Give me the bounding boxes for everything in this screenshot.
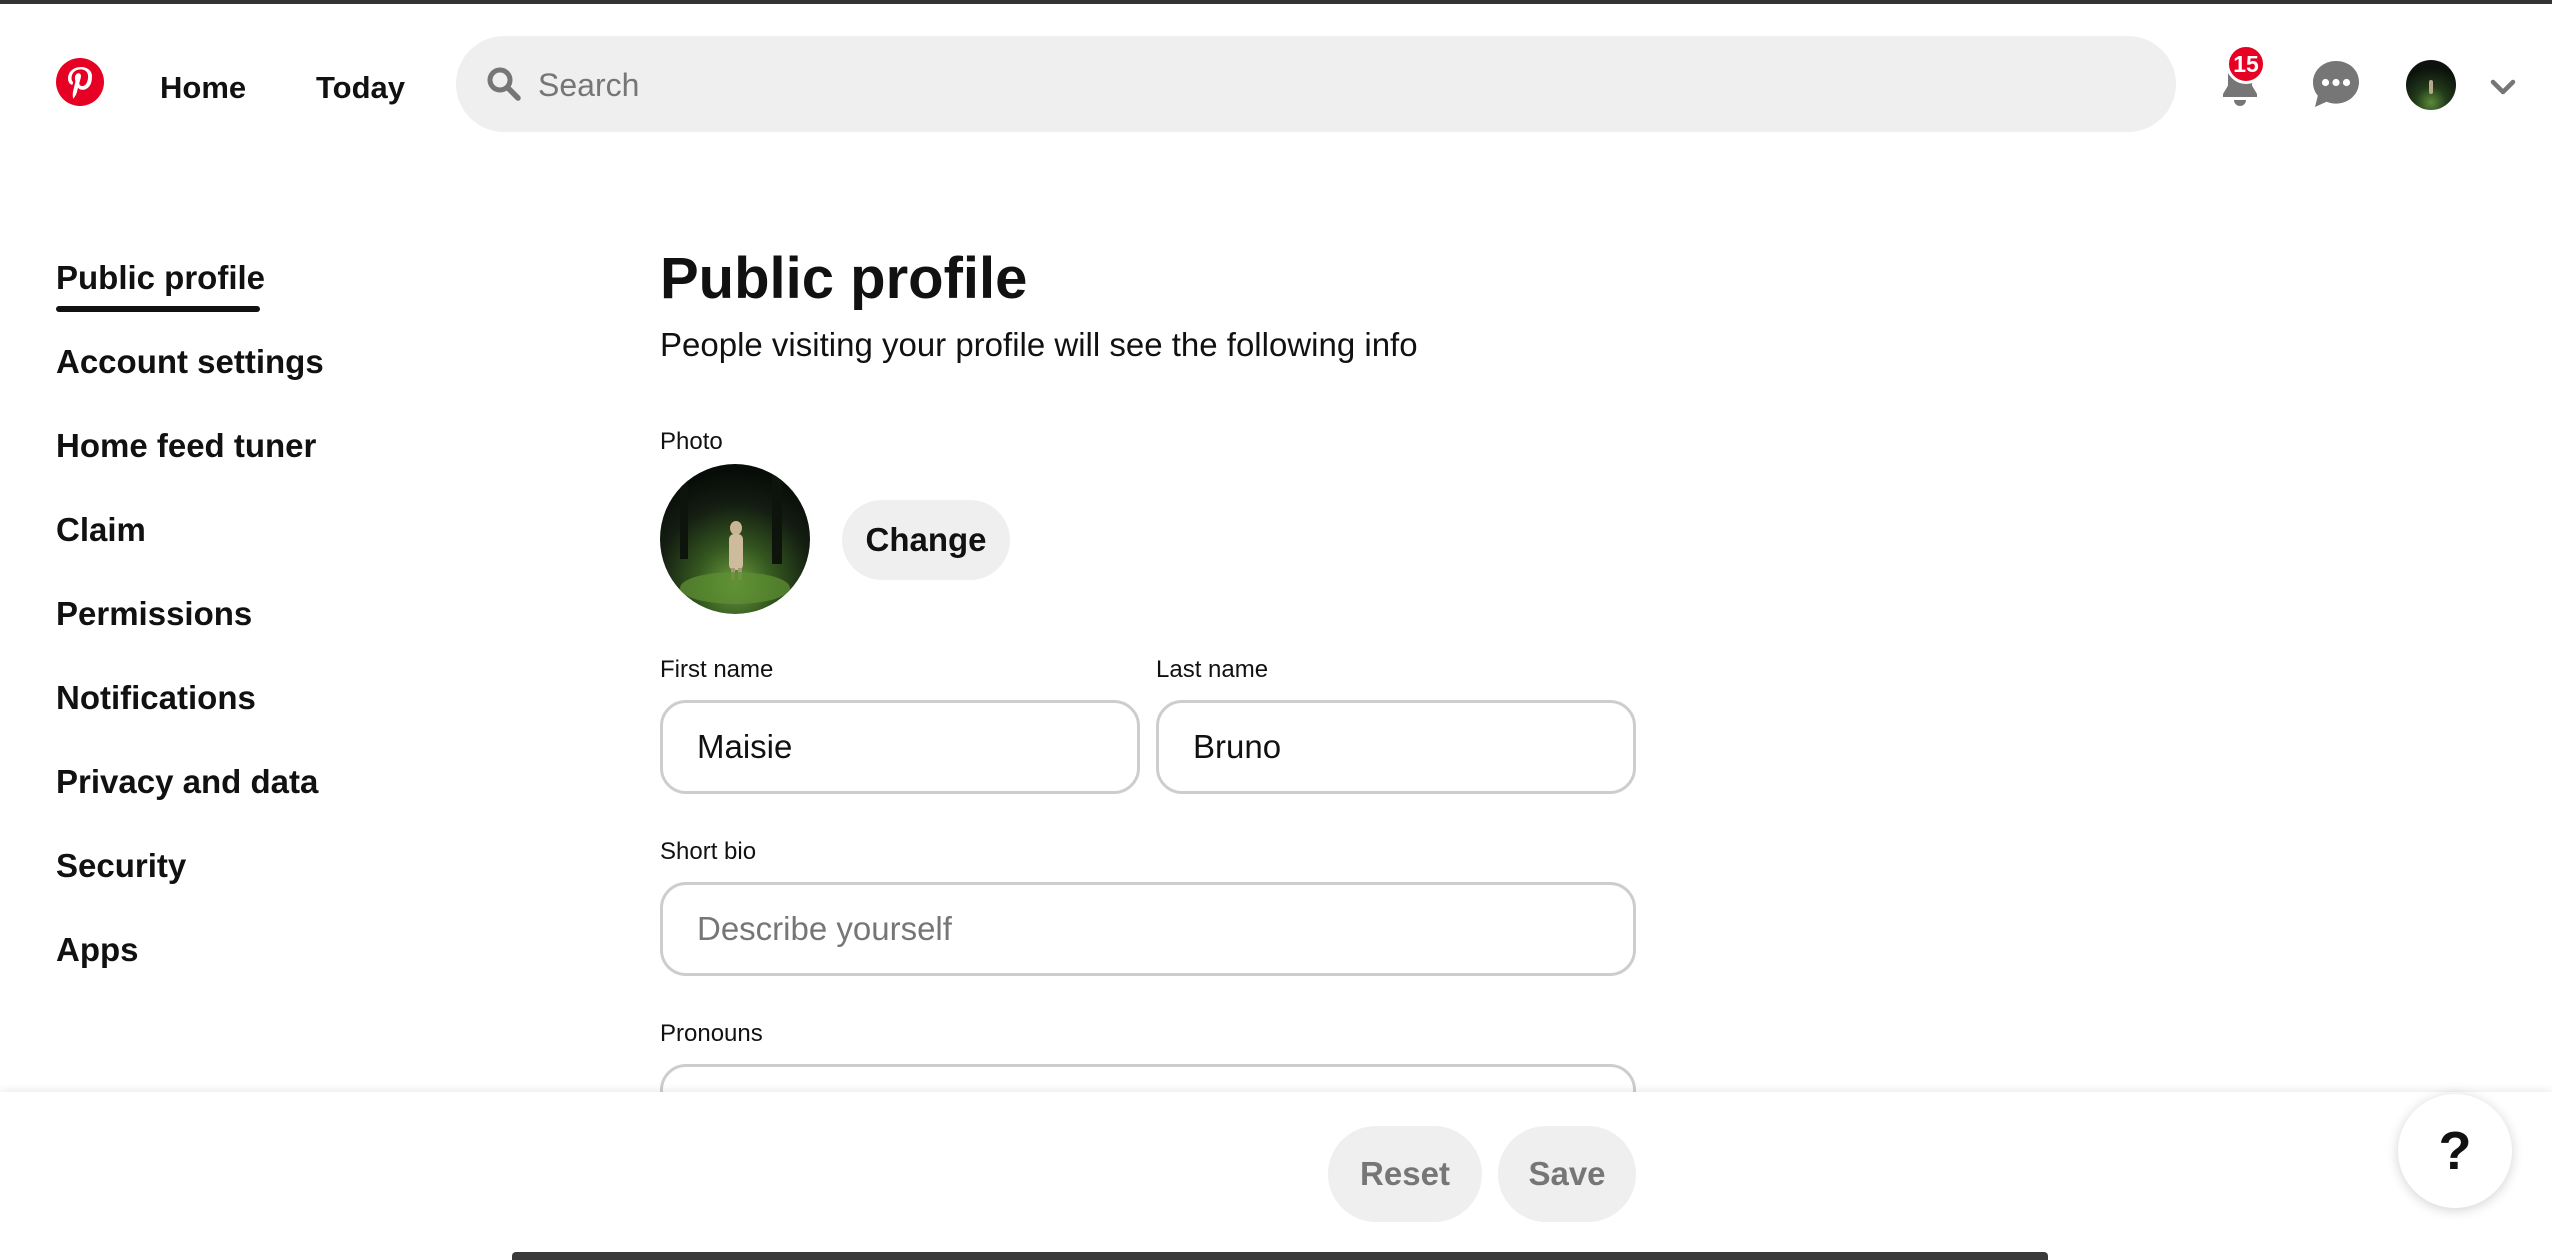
short-bio-input[interactable] xyxy=(660,882,1636,976)
sidebar-item-account-settings[interactable]: Account settings xyxy=(56,340,324,384)
sidebar-item-permissions[interactable]: Permissions xyxy=(56,592,252,636)
sidebar-item-notifications[interactable]: Notifications xyxy=(56,676,256,720)
sidebar-item-security[interactable]: Security xyxy=(56,844,186,888)
reset-button[interactable]: Reset xyxy=(1328,1126,1482,1222)
sidebar-item-privacy-and-data[interactable]: Privacy and data xyxy=(56,760,318,804)
first-name-input[interactable] xyxy=(660,700,1140,794)
pinterest-logo[interactable] xyxy=(56,58,104,106)
pronouns-label: Pronouns xyxy=(660,1020,763,1047)
last-name-label: Last name xyxy=(1156,656,1269,683)
first-name-label: First name xyxy=(660,656,774,683)
top-navigation: Home Today 15 xyxy=(0,4,2552,164)
nav-today-link[interactable]: Today xyxy=(316,68,405,108)
short-bio-label: Short bio xyxy=(660,838,757,865)
profile-photo xyxy=(660,464,810,614)
avatar[interactable] xyxy=(2406,60,2456,110)
page-title: Public profile xyxy=(660,246,1028,311)
sidebar-item-public-profile[interactable]: Public profile xyxy=(56,256,265,300)
photo-label: Photo xyxy=(660,428,723,455)
chevron-down-icon[interactable] xyxy=(2488,72,2518,102)
sidebar-item-home-feed-tuner[interactable]: Home feed tuner xyxy=(56,424,316,468)
nav-home-link[interactable]: Home xyxy=(160,68,246,108)
search-icon xyxy=(487,67,521,101)
sidebar-item-claim[interactable]: Claim xyxy=(56,508,146,552)
search-bar[interactable] xyxy=(456,36,2176,132)
save-button[interactable]: Save xyxy=(1498,1126,1636,1222)
change-photo-button[interactable]: Change xyxy=(842,500,1010,580)
help-button[interactable]: ? xyxy=(2398,1094,2512,1208)
last-name-input[interactable] xyxy=(1156,700,1636,794)
form-action-bar: Reset Save xyxy=(0,1092,2552,1260)
sidebar-item-apps[interactable]: Apps xyxy=(56,928,139,972)
search-input[interactable] xyxy=(536,54,2140,116)
chat-icon[interactable] xyxy=(2308,56,2364,112)
page-subtitle: People visiting your profile will see th… xyxy=(660,326,1418,363)
active-tab-indicator xyxy=(56,306,260,312)
notification-count-badge: 15 xyxy=(2226,44,2266,84)
window-bottom-edge xyxy=(512,1252,2048,1260)
